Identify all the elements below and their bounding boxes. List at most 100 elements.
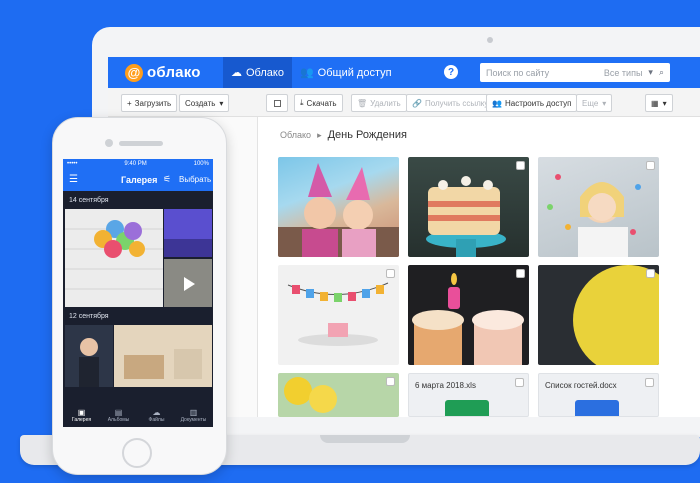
tabbar-files-label: Файлы [148, 417, 165, 423]
birthday-cake-photo [426, 176, 506, 257]
photo-tile-yellow-balloon[interactable] [538, 265, 659, 365]
phone-speaker [119, 141, 163, 146]
link-icon: 🔗 [412, 98, 422, 108]
battery-indicator: 100% [193, 161, 209, 167]
get-link-label: Получить ссылку [424, 98, 489, 108]
file-checkbox[interactable] [515, 378, 524, 387]
photo-checkbox[interactable] [386, 377, 395, 386]
tab-shared[interactable]: 👥 Общий доступ [292, 57, 400, 88]
tab-cloud[interactable]: ☁ Облако [223, 57, 292, 88]
toolbar: + Загрузить Создать ▾ ⤓ Скачать 🗑 Удалить 🔗 П… [108, 88, 700, 117]
file-tile-docx[interactable]: Список гостей.docx W [538, 373, 659, 417]
search-icon[interactable]: ⌕ [659, 67, 664, 78]
download-label: Скачать [306, 98, 337, 108]
upload-button[interactable]: + Загрузить [121, 94, 178, 112]
happy-birthday-banner-photo [287, 282, 389, 346]
tabbar-gallery-label: Галерея [71, 417, 92, 423]
more-button[interactable]: Еще ▾ [576, 94, 613, 112]
photo-tile-girl-confetti[interactable] [538, 157, 659, 257]
delete-label: Удалить [370, 98, 401, 108]
breadcrumb-root[interactable]: Облако [280, 130, 311, 140]
create-label: Создать [185, 98, 216, 108]
cloud-icon: ☁ [231, 67, 242, 79]
select-all-checkbox[interactable] [266, 94, 288, 112]
home-button[interactable] [122, 438, 152, 468]
gallery-row [63, 209, 213, 307]
balloons-photo [284, 377, 337, 413]
tabbar-gallery[interactable]: ▣ Галерея [63, 405, 100, 427]
hamburger-menu-icon[interactable]: ☰ [69, 174, 78, 185]
section-date: 12 сентября [63, 307, 213, 325]
signal-indicator: ••••• [67, 161, 78, 167]
status-bar: ••••• 9:40 PM 100% [63, 159, 213, 169]
gallery-photo-balloons-wall[interactable] [65, 209, 163, 307]
tabbar-albums[interactable]: ▤ Альбомы [100, 405, 137, 427]
files-icon: ☁ [152, 408, 161, 417]
file-area: Облако ▸ День Рождения 6 марта 2018.xls … [268, 117, 700, 417]
more-label: Еще [582, 98, 599, 108]
status-time: 9:40 PM [124, 161, 147, 167]
share-settings-label: Настроить доступ [504, 98, 572, 108]
photo-checkbox[interactable] [516, 269, 525, 278]
gallery-photo-lavender[interactable] [164, 209, 212, 257]
tabbar-files[interactable]: ☁ Файлы [138, 405, 175, 427]
search-type-select[interactable]: Все типы [604, 68, 643, 78]
chevron-down-icon: ▾ [662, 98, 667, 108]
section-date: 14 сентября [63, 191, 213, 209]
photo-checkbox[interactable] [386, 269, 395, 278]
file-tile-xls[interactable]: 6 марта 2018.xls X [408, 373, 529, 417]
logo-at-icon: @ [125, 63, 143, 82]
yellow-balloon-photo [573, 265, 659, 365]
share-settings-button[interactable]: 👥 Настроить доступ [486, 94, 578, 112]
mobile-title: Галерея [121, 175, 158, 185]
view-mode-button[interactable]: ▦ ▾ [645, 94, 673, 112]
photo-checkbox[interactable] [646, 161, 655, 170]
tab-shared-label: Общий доступ [317, 66, 392, 79]
chevron-down-icon: ▾ [219, 98, 224, 108]
tabbar-albums-label: Альбомы [107, 417, 130, 423]
chevron-down-icon: ▾ [648, 67, 653, 77]
photo-tile-kids-party-hats[interactable] [278, 157, 399, 257]
search-input[interactable]: Поиск по сайту Все типы ▾ ⌕ [480, 63, 670, 82]
gallery-photo-girl[interactable] [65, 325, 113, 387]
photo-tile-cupcakes-candle[interactable] [408, 265, 529, 365]
gallery-photo-room[interactable] [114, 325, 212, 387]
search-placeholder: Поиск по сайту [486, 67, 550, 78]
breadcrumb: Облако ▸ День Рождения [280, 129, 407, 141]
logo[interactable]: @ облако [125, 63, 223, 82]
girl-confetti-photo [547, 174, 641, 257]
gallery-photo-video[interactable] [164, 259, 212, 307]
plus-icon: + [127, 98, 132, 108]
tabbar-documents[interactable]: ▥ Документы [175, 405, 212, 427]
help-icon[interactable]: ? [444, 65, 458, 79]
file-name: 6 марта 2018.xls [415, 381, 476, 390]
webcam [487, 37, 493, 43]
users-icon: 👥 [299, 67, 314, 79]
photo-tile-birthday-cake[interactable] [408, 157, 529, 257]
top-bar: @ облако ☁ Облако 👥 Общий доступ ? Поиск… [108, 57, 700, 88]
create-button[interactable]: Создать ▾ [179, 94, 230, 112]
photo-checkbox[interactable] [646, 269, 655, 278]
breadcrumb-separator-icon: ▸ [317, 129, 322, 140]
excel-file-icon: X [445, 400, 489, 416]
photo-tile-balloons[interactable] [278, 373, 399, 417]
file-checkbox[interactable] [645, 378, 654, 387]
download-button[interactable]: ⤓ Скачать [294, 94, 343, 112]
chevron-down-icon: ▾ [602, 98, 607, 108]
photo-checkbox[interactable] [516, 161, 525, 170]
tabbar-documents-label: Документы [180, 417, 207, 423]
documents-icon: ▥ [189, 408, 198, 417]
get-link-button[interactable]: 🔗 Получить ссылку [406, 94, 495, 112]
delete-button[interactable]: 🗑 Удалить [351, 94, 407, 112]
albums-icon: ▤ [114, 408, 123, 417]
logo-text: облако [147, 64, 201, 81]
mobile-header: ☰ Галерея ⚟ Выбрать [63, 169, 213, 191]
download-icon: ⤓ [300, 98, 304, 107]
gallery-icon: ▣ [77, 408, 86, 417]
photo-tile-happy-birthday-banner[interactable] [278, 265, 399, 365]
word-file-icon: W [575, 400, 619, 416]
laptop-notch [320, 435, 410, 443]
filter-icon[interactable]: ⚟ [163, 174, 171, 185]
kids-party-hats-photo [278, 163, 399, 257]
select-button[interactable]: Выбрать [179, 175, 211, 184]
